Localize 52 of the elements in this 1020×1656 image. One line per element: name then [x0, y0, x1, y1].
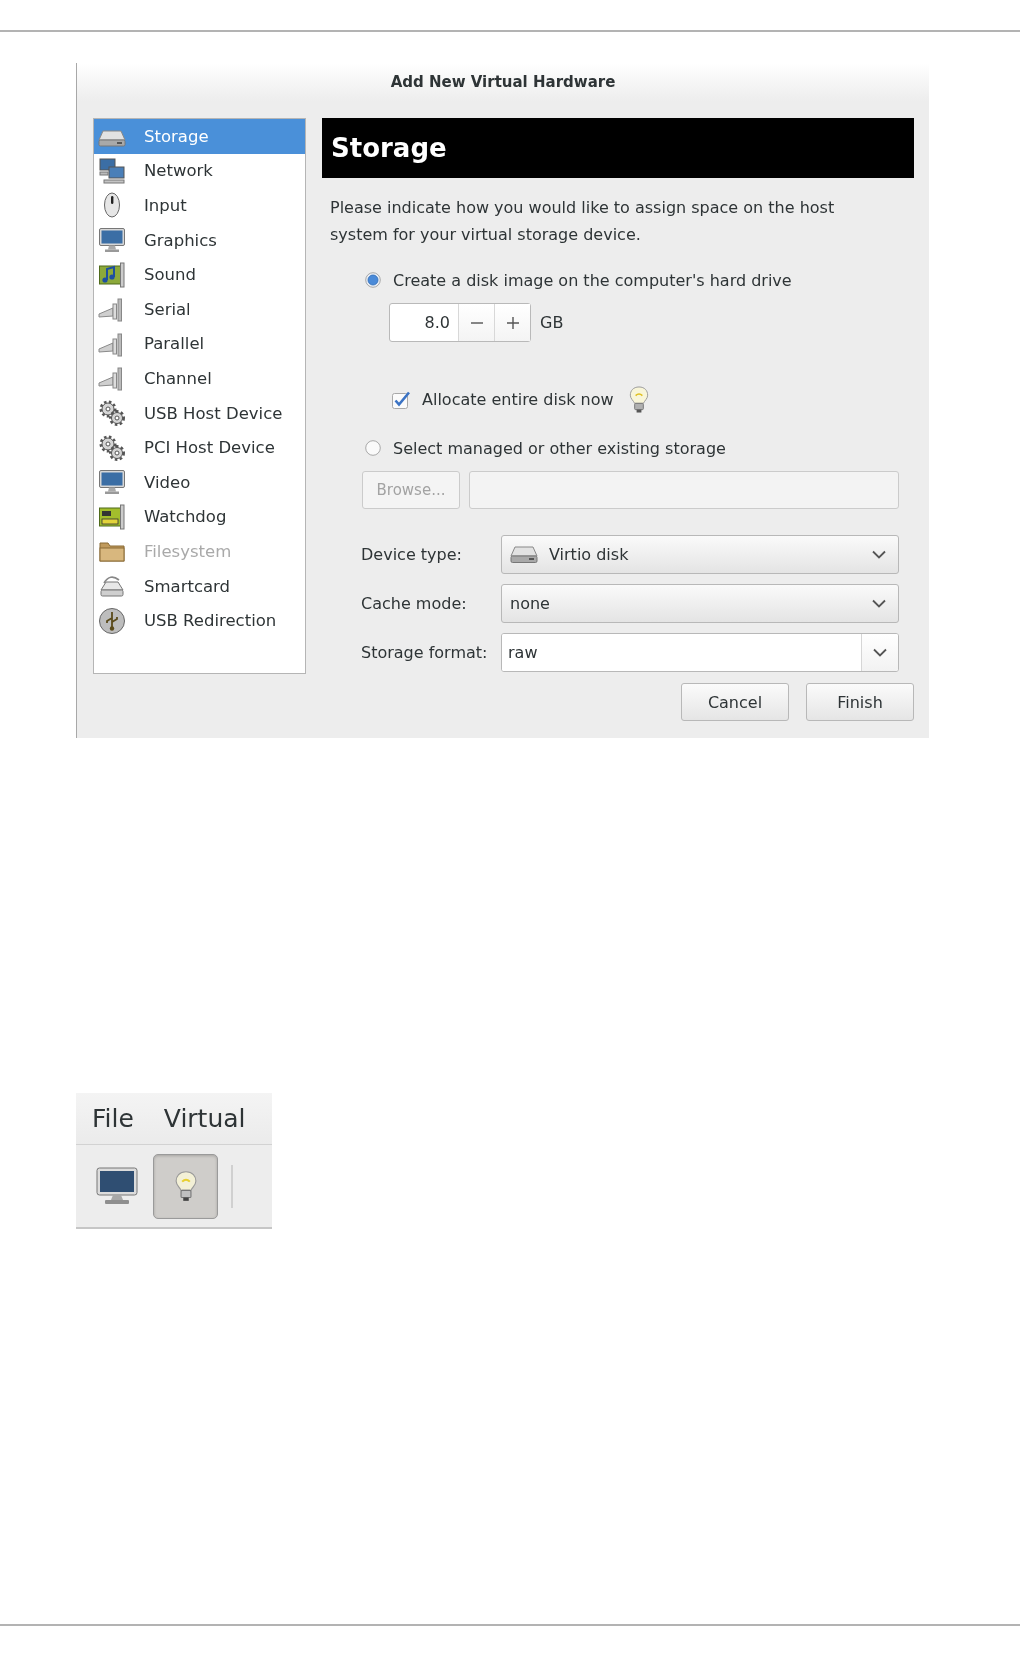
sound-card-icon: [98, 260, 126, 289]
field-label: Cache mode:: [361, 594, 468, 613]
dropdown[interactable]: Virtio disk: [501, 535, 899, 574]
sidebar-item[interactable]: Watchdog: [94, 499, 305, 535]
sidebar-item[interactable]: PCI Host Device: [94, 430, 305, 465]
lightbulb-icon: [628, 386, 649, 413]
hard-disk-icon: [510, 545, 538, 564]
dialog-title: Add New Virtual Hardware: [390, 73, 616, 91]
sidebar-item[interactable]: Graphics: [94, 222, 305, 258]
details-button[interactable]: [153, 1153, 218, 1219]
radio-label: Select managed or other existing storage: [393, 438, 726, 458]
sidebar-item[interactable]: USB Redirection: [94, 603, 305, 638]
monitor-icon: [98, 226, 126, 255]
radio-button[interactable]: [365, 272, 381, 288]
caret-icon: [873, 648, 887, 657]
lightbulb-icon: [174, 1170, 197, 1202]
dropdown[interactable]: none: [501, 584, 899, 623]
field-label: Storage format:: [361, 643, 489, 662]
sidebar-item[interactable]: Input: [94, 188, 305, 223]
checkbox[interactable]: [392, 390, 410, 409]
gears-icon: [98, 433, 126, 462]
checkbox-label: Allocate entire disk now: [422, 390, 614, 409]
sidebar-item[interactable]: Smartcard: [94, 568, 305, 604]
page-heading: Storage: [322, 118, 914, 178]
gears-icon: [98, 399, 126, 428]
radio-label: Create a disk image on the computer's hard drive: [393, 270, 792, 290]
menu-item[interactable]: Virtual: [163, 1104, 246, 1133]
monitor-icon: [96, 1167, 138, 1205]
monitor-icon: [98, 468, 126, 497]
dialog-button[interactable]: Cancel: [681, 683, 789, 721]
plus-icon: [506, 316, 519, 329]
sidebar-item[interactable]: Parallel: [94, 326, 305, 362]
size-field[interactable]: 8.0: [390, 304, 458, 341]
usb-icon: [98, 606, 126, 635]
sidebar-item[interactable]: Channel: [94, 361, 305, 396]
caret-icon: [872, 599, 886, 608]
description-text: Please indicate how you would like to assign space on the host system for your virtual storage device.: [330, 197, 836, 246]
field-label: Device type:: [361, 545, 463, 564]
dropdown-button[interactable]: [861, 634, 898, 671]
caret-icon: [872, 550, 886, 559]
radio-button[interactable]: [365, 440, 381, 456]
menu-item[interactable]: File: [92, 1104, 134, 1133]
sidebar-item[interactable]: USB Host Device: [94, 395, 305, 431]
circuit-board-icon: [98, 502, 126, 531]
increment-button[interactable]: [494, 304, 530, 341]
sidebar-item[interactable]: Network: [94, 153, 305, 189]
sidebar-item[interactable]: Video: [94, 464, 305, 500]
sidebar-item[interactable]: Serial: [94, 291, 305, 327]
network-computers-icon: [98, 156, 126, 185]
sidebar-item[interactable]: Sound: [94, 257, 305, 292]
unit-label: GB: [540, 313, 564, 332]
dialog-button[interactable]: Finish: [806, 683, 914, 721]
